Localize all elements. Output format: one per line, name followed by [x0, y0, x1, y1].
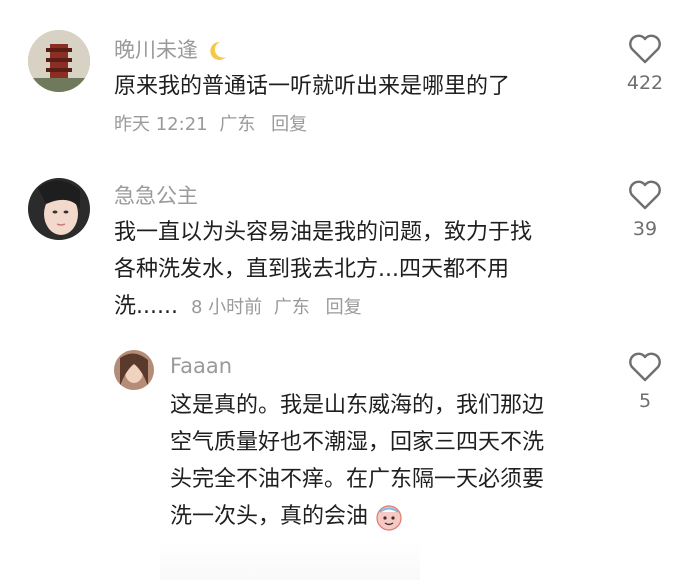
scroll-fade	[160, 540, 420, 580]
like-control[interactable]: 5	[620, 352, 670, 412]
avatar[interactable]	[28, 30, 90, 92]
comment-line-with-meta: 洗...... 8 小时前 广东 回复	[114, 288, 532, 326]
tower-landscape-avatar-icon	[28, 30, 90, 92]
avatar[interactable]	[28, 178, 90, 240]
reply-button[interactable]: 回复	[271, 114, 307, 135]
heart-icon[interactable]	[628, 352, 662, 382]
comment-text: 原来我的普通话一听就听出来是哪里的了	[114, 68, 510, 105]
location: 广东	[273, 297, 310, 318]
like-count: 5	[638, 390, 652, 412]
username-text: 晚川未逢	[114, 38, 198, 62]
comment-text: 这是真的。我是山东威海的，我们那边 空气质量好也不潮湿，回家三四天不洗 头完全不…	[170, 387, 544, 535]
timestamp: 8 小时前	[190, 297, 263, 318]
like-count: 422	[626, 72, 664, 94]
username[interactable]: 晚川未逢	[114, 34, 229, 64]
username[interactable]: Faaan	[170, 354, 232, 378]
comment-line: 洗......	[114, 294, 178, 319]
comment-line-with-emoji: 洗一次头，真的会油	[170, 498, 544, 535]
woman-portrait-avatar-icon	[114, 350, 154, 390]
timestamp: 昨天 12:21	[114, 114, 208, 135]
avatar[interactable]	[114, 350, 154, 390]
comment-line: 洗一次头，真的会油	[170, 504, 369, 529]
heart-icon[interactable]	[628, 34, 662, 64]
heart-icon[interactable]	[628, 180, 662, 210]
comment-line: 头完全不油不痒。在广东隔一天必须要	[170, 467, 545, 492]
comment-line: 各种洗发水，直到我去北方...四天都不用	[114, 257, 509, 282]
sweating-face-emoji-icon	[376, 505, 402, 531]
comment-line: 空气质量好也不潮湿，回家三四天不洗	[170, 430, 545, 455]
comment-line: 这是真的。我是山东威海的，我们那边	[170, 393, 545, 418]
like-count: 39	[632, 218, 658, 240]
location: 广东	[219, 114, 256, 135]
comment-meta: 昨天 12:21 广东 回复	[114, 110, 313, 140]
comment-line: 原来我的普通话一听就听出来是哪里的了	[114, 74, 511, 99]
username[interactable]: 急急公主	[114, 180, 198, 210]
girl-face-avatar-icon	[28, 178, 90, 240]
like-control[interactable]: 39	[620, 180, 670, 240]
crescent-moon-icon	[210, 41, 226, 60]
comment-text: 我一直以为头容易油是我的问题，致力于找 各种洗发水，直到我去北方...四天都不用…	[114, 214, 532, 326]
comment-line: 我一直以为头容易油是我的问题，致力于找	[114, 220, 533, 245]
like-control[interactable]: 422	[620, 34, 670, 94]
reply-button[interactable]: 回复	[326, 297, 362, 318]
